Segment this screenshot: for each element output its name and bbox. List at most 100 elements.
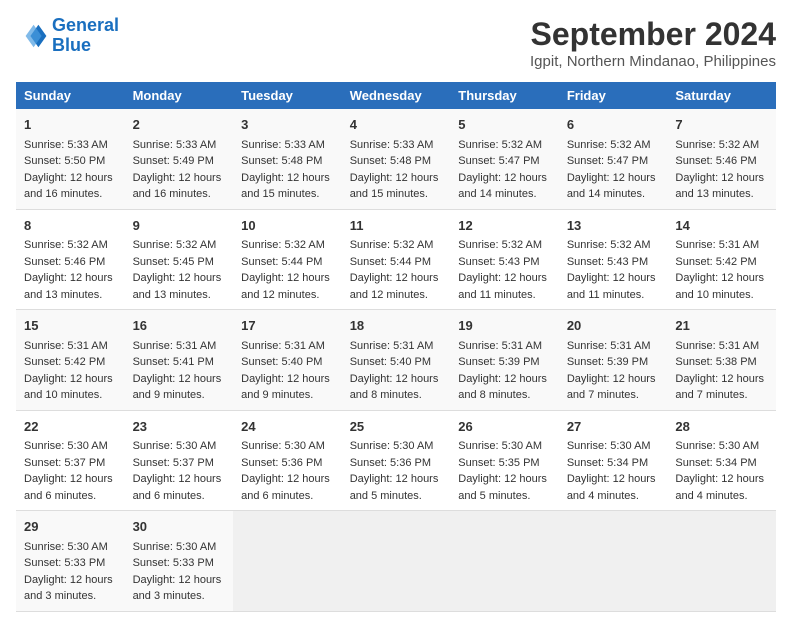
sunset: Sunset: 5:47 PM: [567, 155, 648, 167]
calendar-week-2: 8Sunrise: 5:32 AMSunset: 5:46 PMDaylight…: [16, 209, 776, 310]
calendar-cell: 1 Sunrise: 5:33 AM Sunset: 5:50 PM Daylight…: [16, 109, 125, 209]
sunrise: Sunrise: 5:31 AM: [675, 239, 759, 251]
daylight: Daylight: 12 hours and 10 minutes.: [675, 272, 764, 301]
day-number: 11: [350, 216, 443, 236]
sunrise: Sunrise: 5:30 AM: [133, 440, 217, 452]
sunset: Sunset: 5:40 PM: [241, 356, 322, 368]
sunrise: Sunrise: 5:31 AM: [133, 340, 217, 352]
calendar-cell: 3Sunrise: 5:33 AMSunset: 5:48 PMDaylight…: [233, 109, 342, 209]
day-number: 21: [675, 316, 768, 336]
col-monday: Monday: [125, 82, 234, 109]
day-number: 10: [241, 216, 334, 236]
sunset: Sunset: 5:50 PM: [24, 155, 105, 167]
daylight: Daylight: 12 hours and 4 minutes.: [567, 473, 656, 502]
sunset: Sunset: 5:34 PM: [675, 457, 756, 469]
calendar-cell: [559, 511, 668, 612]
sunrise: Sunrise: 5:33 AM: [24, 139, 108, 151]
sunrise: Sunrise: 5:30 AM: [241, 440, 325, 452]
daylight: Daylight: 12 hours and 11 minutes.: [567, 272, 656, 301]
col-sunday: Sunday: [16, 82, 125, 109]
title-block: September 2024 Igpit, Northern Mindanao,…: [530, 16, 776, 70]
daylight: Daylight: 12 hours and 16 minutes.: [24, 172, 113, 201]
daylight: Daylight: 12 hours and 5 minutes.: [458, 473, 547, 502]
main-title: September 2024: [530, 16, 776, 53]
day-number: 7: [675, 115, 768, 135]
daylight: Daylight: 12 hours and 14 minutes.: [567, 172, 656, 201]
calendar-cell: 27Sunrise: 5:30 AMSunset: 5:34 PMDayligh…: [559, 410, 668, 511]
sunrise: Sunrise: 5:31 AM: [24, 340, 108, 352]
calendar-cell: 18Sunrise: 5:31 AMSunset: 5:40 PMDayligh…: [342, 310, 451, 411]
sunset: Sunset: 5:48 PM: [350, 155, 431, 167]
sunrise: Sunrise: 5:32 AM: [567, 139, 651, 151]
day-number: 26: [458, 417, 551, 437]
sunrise: Sunrise: 5:32 AM: [350, 239, 434, 251]
calendar-week-3: 15Sunrise: 5:31 AMSunset: 5:42 PMDayligh…: [16, 310, 776, 411]
sunrise: Sunrise: 5:32 AM: [458, 139, 542, 151]
calendar-cell: 10Sunrise: 5:32 AMSunset: 5:44 PMDayligh…: [233, 209, 342, 310]
sunrise: Sunrise: 5:32 AM: [567, 239, 651, 251]
daylight: Daylight: 12 hours and 10 minutes.: [24, 373, 113, 402]
page-header: General Blue September 2024 Igpit, North…: [16, 16, 776, 70]
header-row: Sunday Monday Tuesday Wednesday Thursday…: [16, 82, 776, 109]
calendar-cell: 7Sunrise: 5:32 AMSunset: 5:46 PMDaylight…: [667, 109, 776, 209]
calendar-cell: 5Sunrise: 5:32 AMSunset: 5:47 PMDaylight…: [450, 109, 559, 209]
sunset: Sunset: 5:37 PM: [133, 457, 214, 469]
day-number: 15: [24, 316, 117, 336]
logo-icon: [16, 20, 48, 52]
daylight: Daylight: 12 hours and 6 minutes.: [24, 473, 113, 502]
daylight: Daylight: 12 hours and 11 minutes.: [458, 272, 547, 301]
col-wednesday: Wednesday: [342, 82, 451, 109]
calendar-cell: 9Sunrise: 5:32 AMSunset: 5:45 PMDaylight…: [125, 209, 234, 310]
calendar-cell: [233, 511, 342, 612]
day-number: 27: [567, 417, 660, 437]
col-friday: Friday: [559, 82, 668, 109]
daylight: Daylight: 12 hours and 12 minutes.: [350, 272, 439, 301]
daylight: Daylight: 12 hours and 5 minutes.: [350, 473, 439, 502]
daylight: Daylight: 12 hours and 9 minutes.: [133, 373, 222, 402]
day-number: 18: [350, 316, 443, 336]
sunrise: Sunrise: 5:31 AM: [567, 340, 651, 352]
calendar-cell: 6Sunrise: 5:32 AMSunset: 5:47 PMDaylight…: [559, 109, 668, 209]
day-number: 25: [350, 417, 443, 437]
calendar-cell: 14 Sunrise: 5:31 AM Sunset: 5:42 PM Dayligh…: [667, 209, 776, 310]
sunrise: Sunrise: 5:30 AM: [24, 541, 108, 553]
daylight: Daylight: 12 hours and 8 minutes.: [458, 373, 547, 402]
sunset: Sunset: 5:33 PM: [133, 557, 214, 569]
day-number: 4: [350, 115, 443, 135]
day-number: 20: [567, 316, 660, 336]
col-thursday: Thursday: [450, 82, 559, 109]
calendar-cell: 15Sunrise: 5:31 AMSunset: 5:42 PMDayligh…: [16, 310, 125, 411]
calendar-cell: 8Sunrise: 5:32 AMSunset: 5:46 PMDaylight…: [16, 209, 125, 310]
sunrise: Sunrise: 5:30 AM: [350, 440, 434, 452]
sunset: Sunset: 5:42 PM: [675, 256, 756, 268]
day-number: 14: [675, 216, 768, 236]
sunset: Sunset: 5:46 PM: [675, 155, 756, 167]
sunrise: Sunrise: 5:31 AM: [350, 340, 434, 352]
subtitle: Igpit, Northern Mindanao, Philippines: [530, 53, 776, 70]
sunset: Sunset: 5:44 PM: [241, 256, 322, 268]
calendar-cell: 23Sunrise: 5:30 AMSunset: 5:37 PMDayligh…: [125, 410, 234, 511]
sunrise: Sunrise: 5:33 AM: [350, 139, 434, 151]
calendar-cell: [450, 511, 559, 612]
sunrise: Sunrise: 5:32 AM: [24, 239, 108, 251]
daylight: Daylight: 12 hours and 8 minutes.: [350, 373, 439, 402]
sunset: Sunset: 5:43 PM: [458, 256, 539, 268]
sunset: Sunset: 5:49 PM: [133, 155, 214, 167]
calendar-cell: 2Sunrise: 5:33 AMSunset: 5:49 PMDaylight…: [125, 109, 234, 209]
sunrise: Sunrise: 5:31 AM: [458, 340, 542, 352]
calendar-cell: 29Sunrise: 5:30 AMSunset: 5:33 PMDayligh…: [16, 511, 125, 612]
calendar-cell: 4Sunrise: 5:33 AMSunset: 5:48 PMDaylight…: [342, 109, 451, 209]
col-tuesday: Tuesday: [233, 82, 342, 109]
daylight: Daylight: 12 hours and 13 minutes.: [133, 272, 222, 301]
sunset: Sunset: 5:38 PM: [675, 356, 756, 368]
day-number: 3: [241, 115, 334, 135]
daylight: Daylight: 12 hours and 12 minutes.: [241, 272, 330, 301]
calendar-cell: 22Sunrise: 5:30 AMSunset: 5:37 PMDayligh…: [16, 410, 125, 511]
sunrise: Sunrise: 5:30 AM: [567, 440, 651, 452]
day-number: 24: [241, 417, 334, 437]
calendar-cell: 16Sunrise: 5:31 AMSunset: 5:41 PMDayligh…: [125, 310, 234, 411]
sunrise: Sunrise: 5:31 AM: [675, 340, 759, 352]
day-number: 1: [24, 115, 117, 135]
daylight: Daylight: 12 hours and 7 minutes.: [567, 373, 656, 402]
calendar-cell: [342, 511, 451, 612]
